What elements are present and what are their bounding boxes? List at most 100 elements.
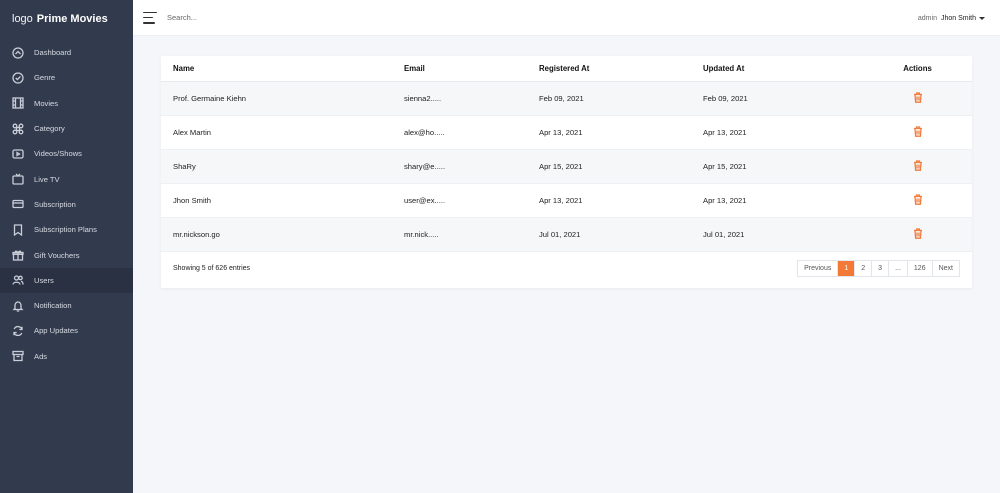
cell-updated: Apr 15, 2021 bbox=[703, 149, 863, 185]
cell-actions bbox=[863, 183, 972, 219]
users-table: Name Email Registered At Updated At Acti… bbox=[161, 56, 972, 253]
sidebar-nav: Dashboard Genre Movies Category Videos/S… bbox=[0, 38, 133, 369]
sidebar-item-dashboard[interactable]: Dashboard bbox=[0, 40, 133, 65]
trash-icon[interactable] bbox=[913, 91, 923, 103]
cell-registered: Apr 13, 2021 bbox=[539, 115, 703, 150]
chevron-down-icon bbox=[979, 16, 985, 20]
sidebar-item-label: Genre bbox=[34, 73, 56, 83]
cell-actions bbox=[863, 217, 972, 253]
table-row: ShaRy shary@e..... Apr 15, 2021 Apr 15, … bbox=[161, 149, 972, 185]
search-input[interactable] bbox=[167, 13, 367, 22]
user-name: Jhon Smith bbox=[940, 14, 976, 22]
cell-email: user@ex..... bbox=[404, 183, 539, 219]
sidebar-item-movies[interactable]: Movies bbox=[0, 91, 133, 116]
cell-updated: Apr 13, 2021 bbox=[703, 183, 863, 219]
cell-email: mr.nick..... bbox=[404, 217, 539, 253]
cell-actions bbox=[863, 149, 972, 185]
sidebar-item-label: Gift Vouchers bbox=[34, 250, 80, 260]
sidebar-item-gift-vouchers[interactable]: Gift Vouchers bbox=[0, 242, 133, 267]
users-icon bbox=[11, 274, 24, 287]
trash-icon[interactable] bbox=[913, 160, 923, 171]
archive-icon bbox=[11, 350, 24, 363]
bookmark-icon bbox=[11, 223, 24, 236]
sidebar-item-videos-shows[interactable]: Videos/Shows bbox=[0, 141, 133, 166]
sidebar-item-label: Category bbox=[34, 124, 65, 134]
pagination-page-2[interactable]: 2 bbox=[854, 260, 872, 276]
table-footer: Showing 5 of 626 entries Previous 1 2 3 … bbox=[161, 253, 972, 283]
cell-name: Alex Martin bbox=[161, 115, 404, 150]
sidebar-item-label: Users bbox=[34, 275, 54, 285]
pagination: Previous 1 2 3 ... 126 Next bbox=[797, 259, 960, 277]
cell-registered: Apr 13, 2021 bbox=[539, 183, 703, 219]
dashboard-icon bbox=[11, 46, 24, 59]
sidebar-item-notification[interactable]: Notification bbox=[0, 293, 133, 318]
gift-icon bbox=[11, 249, 24, 262]
cell-email: alex@ho..... bbox=[404, 115, 539, 150]
sidebar-item-label: Ads bbox=[34, 351, 48, 361]
pagination-page-126[interactable]: 126 bbox=[906, 260, 932, 276]
topbar: admin Jhon Smith bbox=[133, 0, 1000, 36]
sidebar-item-app-updates[interactable]: App Updates bbox=[0, 318, 133, 343]
table-row: mr.nickson.go mr.nick..... Jul 01, 2021 … bbox=[161, 217, 972, 253]
menu-toggle-icon[interactable] bbox=[143, 11, 157, 24]
table-row: Jhon Smith user@ex..... Apr 13, 2021 Apr… bbox=[161, 183, 972, 219]
refresh-icon bbox=[11, 324, 24, 337]
sidebar-item-genre[interactable]: Genre bbox=[0, 65, 133, 90]
cell-actions bbox=[863, 81, 972, 116]
category-icon bbox=[11, 122, 24, 135]
column-header-name: Name bbox=[161, 56, 404, 82]
film-icon bbox=[11, 97, 24, 110]
sidebar-item-live-tv[interactable]: Live TV bbox=[0, 166, 133, 191]
cell-name: ShaRy bbox=[161, 149, 404, 185]
brand-name: Prime Movies bbox=[36, 13, 108, 25]
video-icon bbox=[11, 147, 24, 160]
card-icon bbox=[11, 198, 24, 211]
sidebar-item-category[interactable]: Category bbox=[0, 116, 133, 141]
cell-actions bbox=[863, 115, 972, 150]
tv-icon bbox=[11, 173, 24, 186]
sidebar-item-label: Notification bbox=[34, 301, 72, 311]
genre-icon bbox=[11, 71, 24, 84]
cell-name: Jhon Smith bbox=[161, 183, 404, 219]
sidebar-item-ads[interactable]: Ads bbox=[0, 344, 133, 369]
table-header-row: Name Email Registered At Updated At Acti… bbox=[161, 56, 972, 82]
sidebar-item-label: Subscription Plans bbox=[34, 225, 97, 235]
bell-icon bbox=[11, 299, 24, 312]
cell-updated: Apr 13, 2021 bbox=[703, 115, 863, 150]
column-header-registered: Registered At bbox=[539, 56, 703, 82]
users-table-card: Name Email Registered At Updated At Acti… bbox=[161, 56, 972, 288]
user-menu[interactable]: admin Jhon Smith bbox=[918, 0, 985, 36]
cell-updated: Feb 09, 2021 bbox=[703, 81, 863, 116]
trash-icon[interactable] bbox=[913, 228, 923, 240]
sidebar: logo Prime Movies Dashboard Genre Movies… bbox=[0, 0, 133, 493]
sidebar-item-users[interactable]: Users bbox=[0, 267, 133, 293]
pagination-previous-button[interactable]: Previous bbox=[798, 260, 838, 276]
sidebar-item-label: Videos/Shows bbox=[34, 149, 82, 159]
logo-text: logo bbox=[12, 13, 33, 25]
table-row: Alex Martin alex@ho..... Apr 13, 2021 Ap… bbox=[161, 115, 972, 150]
sidebar-item-label: App Updates bbox=[34, 326, 78, 336]
entries-count: Showing 5 of 626 entries bbox=[173, 264, 251, 272]
cell-registered: Apr 15, 2021 bbox=[539, 149, 703, 185]
column-header-updated: Updated At bbox=[703, 56, 863, 82]
sidebar-item-label: Subscription bbox=[34, 199, 76, 209]
brand-logo[interactable]: logo Prime Movies bbox=[0, 0, 133, 38]
pagination-page-1[interactable]: 1 bbox=[837, 260, 855, 276]
cell-name: mr.nickson.go bbox=[161, 217, 404, 253]
pagination-next-button[interactable]: Next bbox=[931, 260, 959, 276]
cell-registered: Feb 09, 2021 bbox=[539, 81, 703, 116]
pagination-page-3[interactable]: 3 bbox=[871, 260, 889, 276]
sidebar-item-label: Movies bbox=[34, 98, 59, 108]
sidebar-item-label: Live TV bbox=[34, 174, 60, 184]
sidebar-item-label: Dashboard bbox=[34, 48, 72, 58]
trash-icon[interactable] bbox=[913, 126, 923, 137]
cell-updated: Jul 01, 2021 bbox=[703, 217, 863, 253]
cell-email: sienna2..... bbox=[404, 81, 539, 116]
sidebar-item-subscription-plans[interactable]: Subscription Plans bbox=[0, 217, 133, 242]
cell-name: Prof. Germaine Kiehn bbox=[161, 81, 404, 116]
trash-icon[interactable] bbox=[913, 194, 923, 206]
table-row: Prof. Germaine Kiehn sienna2..... Feb 09… bbox=[161, 81, 972, 116]
pagination-ellipsis: ... bbox=[888, 260, 907, 276]
sidebar-item-subscription[interactable]: Subscription bbox=[0, 192, 133, 217]
column-header-email: Email bbox=[404, 56, 539, 82]
